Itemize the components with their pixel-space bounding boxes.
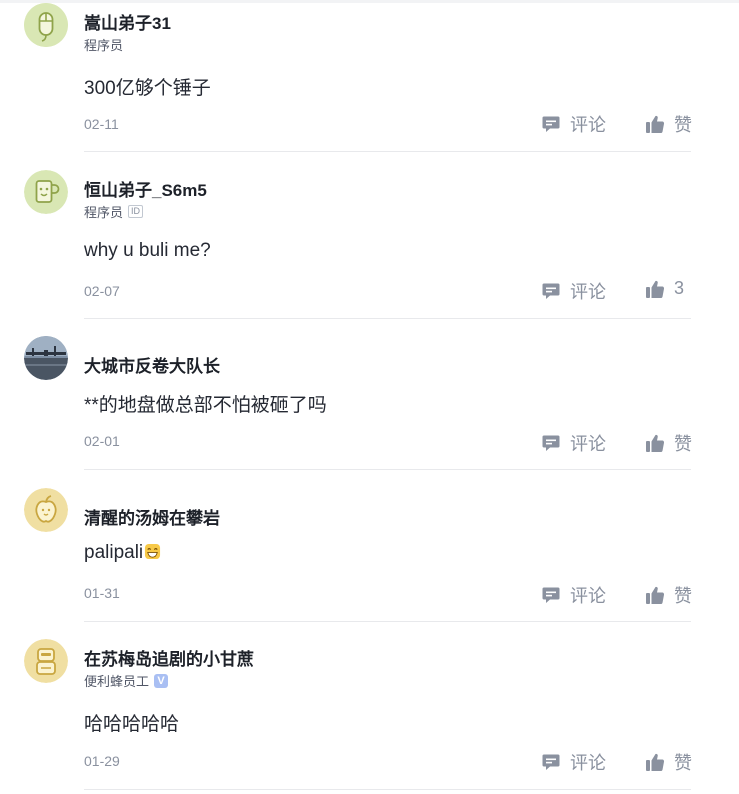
username[interactable]: 恒山弟子_S6m5: [84, 176, 207, 201]
comment-divider: [84, 789, 691, 790]
like-button[interactable]: 赞: [645, 582, 692, 608]
like-label: 赞: [674, 434, 692, 454]
user-title-text: 程序员: [84, 38, 124, 53]
user-title: 程序员 ID: [84, 202, 144, 221]
like-label: 赞: [674, 753, 692, 773]
mouse-avatar-icon: [24, 3, 68, 47]
comment-date: 01-29: [84, 753, 120, 769]
user-title-text: 便利蜂员工: [84, 674, 150, 689]
comment-content: 哈哈哈哈哈: [84, 714, 180, 735]
avatar[interactable]: [24, 488, 68, 532]
top-divider: [0, 0, 739, 3]
comment-button[interactable]: 评论: [541, 111, 606, 137]
comment-icon: [542, 587, 560, 603]
comment-date: 02-01: [84, 433, 120, 449]
robot-avatar-icon: [24, 639, 68, 683]
comment-content: palipali: [84, 542, 161, 564]
avatar[interactable]: [24, 639, 68, 683]
username[interactable]: 清醒的汤姆在攀岩: [84, 504, 220, 529]
photo-avatar: [24, 336, 68, 380]
thumbs-up-icon: [646, 434, 665, 453]
comment-button[interactable]: 评论: [541, 749, 606, 775]
username[interactable]: 在苏梅岛追剧的小甘蔗: [84, 645, 254, 670]
thumbs-up-icon: [646, 280, 665, 298]
comment-icon: [542, 116, 560, 132]
id-badge: ID: [128, 205, 144, 218]
comment-date: 02-11: [84, 116, 119, 132]
comment-icon: [542, 283, 560, 299]
like-button[interactable]: 赞: [645, 430, 692, 456]
comment-date: 02-07: [84, 283, 120, 299]
comment-divider: [84, 621, 691, 622]
comment-divider: [84, 318, 691, 319]
comment-label: 评论: [570, 434, 606, 454]
user-title: 便利蜂员工 V: [84, 671, 169, 690]
comment-content: why u buli me?: [84, 240, 211, 261]
thumbs-up-icon: [646, 753, 665, 771]
like-label: 赞: [674, 115, 692, 135]
laugh-emoji-icon: [145, 543, 161, 560]
avatar[interactable]: [24, 3, 68, 47]
comment-button[interactable]: 评论: [541, 278, 606, 304]
comment-content: 300亿够个锤子: [84, 78, 211, 99]
thumbs-up-icon: [646, 586, 665, 604]
comment-button[interactable]: 评论: [541, 582, 606, 608]
verified-badge: V: [154, 673, 169, 688]
comment-label: 评论: [570, 586, 606, 606]
comment-label: 评论: [570, 115, 606, 135]
comment-icon: [542, 435, 560, 451]
comment-icon: [542, 754, 560, 770]
like-button[interactable]: 赞: [645, 749, 692, 775]
like-label: 赞: [674, 586, 692, 606]
like-button[interactable]: 赞: [645, 111, 692, 137]
like-button[interactable]: 3: [645, 278, 684, 299]
user-title-text: 程序员: [84, 205, 124, 220]
username[interactable]: 嵩山弟子31: [84, 9, 171, 34]
comment-text: palipali: [84, 542, 144, 563]
comment-label: 评论: [570, 753, 606, 773]
like-count: 3: [674, 278, 685, 298]
comment-button[interactable]: 评论: [541, 430, 606, 456]
username[interactable]: 大城市反卷大队长: [84, 352, 220, 377]
comment-content: **的地盘做总部不怕被砸了吗: [84, 395, 327, 416]
comment-divider: [84, 151, 691, 152]
avatar[interactable]: [24, 336, 68, 380]
comment-date: 01-31: [84, 585, 120, 601]
comment-label: 评论: [570, 282, 606, 302]
avatar[interactable]: [24, 170, 68, 214]
user-title: 程序员: [84, 35, 123, 54]
thumbs-up-icon: [646, 115, 665, 134]
apple-avatar-icon: [24, 488, 68, 532]
cup-avatar-icon: [24, 170, 68, 214]
comment-divider: [84, 469, 691, 470]
